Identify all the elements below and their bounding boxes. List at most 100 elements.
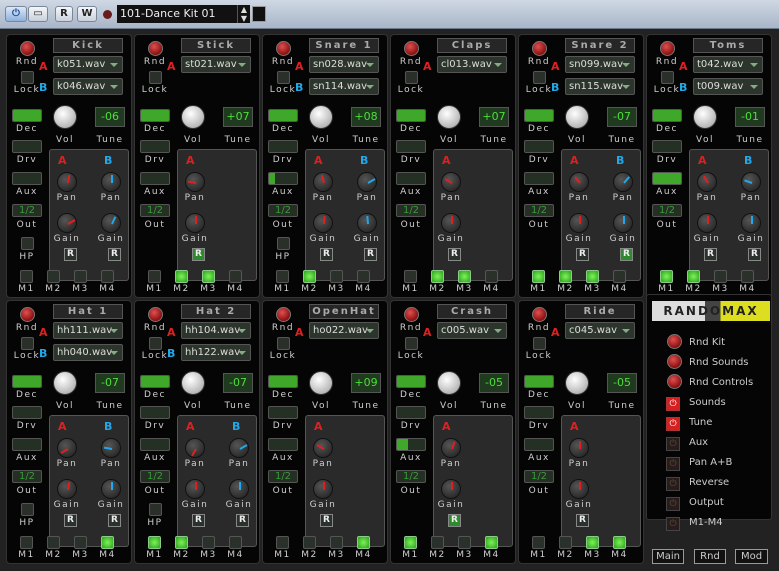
pan-a-knob[interactable] — [441, 438, 461, 458]
aux-slider[interactable] — [12, 172, 42, 185]
mute-group-4-button[interactable] — [357, 270, 370, 283]
sample-b-select[interactable]: t009.wav — [693, 78, 763, 95]
out-select[interactable]: 1/2 — [652, 204, 682, 217]
mute-group-2-button[interactable] — [47, 536, 60, 549]
mute-group-1-button[interactable] — [20, 270, 33, 283]
pan-a-knob[interactable] — [697, 172, 717, 192]
out-select[interactable]: 1/2 — [524, 470, 554, 483]
randomize-button[interactable] — [667, 354, 682, 369]
gain-a-knob[interactable] — [697, 213, 717, 233]
aux-slider[interactable] — [140, 172, 170, 185]
mute-group-3-button[interactable] — [458, 270, 471, 283]
dec-slider[interactable] — [396, 375, 426, 388]
dec-slider[interactable] — [524, 109, 554, 122]
gain-a-knob[interactable] — [569, 479, 589, 499]
rnd-button[interactable] — [20, 307, 35, 322]
drv-slider[interactable] — [140, 406, 170, 419]
mute-group-4-button[interactable] — [229, 536, 242, 549]
sample-a-select[interactable]: c045.wav — [565, 322, 635, 339]
save-icon[interactable] — [252, 6, 266, 22]
tune-display[interactable]: -05 — [479, 373, 509, 393]
mute-group-3-button[interactable] — [586, 270, 599, 283]
lock-button[interactable] — [21, 71, 34, 84]
out-select[interactable]: 1/2 — [140, 470, 170, 483]
aux-slider[interactable] — [268, 438, 298, 451]
lock-button[interactable] — [149, 71, 162, 84]
vol-knob[interactable] — [309, 105, 333, 129]
out-select[interactable]: 1/2 — [12, 470, 42, 483]
gain-a-knob[interactable] — [57, 213, 77, 233]
reverse-b-button[interactable]: R — [748, 248, 761, 261]
vol-knob[interactable] — [181, 105, 205, 129]
out-select[interactable]: 1/2 — [268, 204, 298, 217]
mute-group-4-button[interactable] — [741, 270, 754, 283]
mute-group-4-button[interactable] — [485, 270, 498, 283]
gain-b-knob[interactable] — [101, 213, 121, 233]
lock-button[interactable] — [405, 337, 418, 350]
mute-group-3-button[interactable] — [330, 270, 343, 283]
aux-slider[interactable] — [524, 438, 554, 451]
reverse-a-button[interactable]: R — [704, 248, 717, 261]
lock-button[interactable] — [661, 71, 674, 84]
tune-display[interactable]: +09 — [351, 373, 381, 393]
pan-b-knob[interactable] — [741, 172, 761, 192]
mute-group-2-button[interactable] — [431, 270, 444, 283]
drv-slider[interactable] — [396, 140, 426, 153]
gain-a-knob[interactable] — [57, 479, 77, 499]
mute-group-2-button[interactable] — [175, 270, 188, 283]
lock-button[interactable] — [277, 71, 290, 84]
rnd-button[interactable] — [532, 41, 547, 56]
dec-slider[interactable] — [12, 109, 42, 122]
tab-rnd[interactable]: Rnd — [694, 549, 726, 564]
gain-a-knob[interactable] — [185, 213, 205, 233]
aux-slider[interactable] — [652, 172, 682, 185]
vol-knob[interactable] — [565, 105, 589, 129]
sample-b-select[interactable]: sn115.wav — [565, 78, 635, 95]
sample-a-select[interactable]: c005.wav — [437, 322, 507, 339]
mute-group-1-button[interactable] — [148, 536, 161, 549]
sample-a-select[interactable]: hh104.wav — [181, 322, 251, 339]
sample-b-select[interactable]: hh122.wav — [181, 344, 251, 361]
power-icon[interactable]: ⏻ — [666, 457, 680, 471]
tune-display[interactable]: -07 — [223, 373, 253, 393]
dec-slider[interactable] — [140, 375, 170, 388]
tune-display[interactable]: +07 — [479, 107, 509, 127]
power-icon[interactable]: ⏻ — [666, 497, 680, 511]
tune-display[interactable]: -01 — [735, 107, 765, 127]
out-select[interactable]: 1/2 — [12, 204, 42, 217]
aux-slider[interactable] — [396, 172, 426, 185]
mute-group-2-button[interactable] — [47, 270, 60, 283]
pan-a-knob[interactable] — [441, 172, 461, 192]
mute-group-4-button[interactable] — [101, 270, 114, 283]
tune-display[interactable]: +08 — [351, 107, 381, 127]
lock-button[interactable] — [277, 337, 290, 350]
dec-slider[interactable] — [268, 375, 298, 388]
mute-group-3-button[interactable] — [74, 536, 87, 549]
reverse-a-button[interactable]: R — [320, 248, 333, 261]
power-icon[interactable]: ⏻ — [666, 517, 680, 531]
mute-group-2-button[interactable] — [303, 536, 316, 549]
pan-a-knob[interactable] — [313, 438, 333, 458]
drv-slider[interactable] — [652, 140, 682, 153]
power-icon[interactable]: ⏻ — [666, 477, 680, 491]
hp-button[interactable] — [21, 503, 34, 516]
sample-a-select[interactable]: k051.wav — [53, 56, 123, 73]
pan-a-knob[interactable] — [569, 438, 589, 458]
reverse-a-button[interactable]: R — [64, 248, 77, 261]
drv-slider[interactable] — [396, 406, 426, 419]
mute-group-2-button[interactable] — [175, 536, 188, 549]
rnd-button[interactable] — [660, 41, 675, 56]
tune-display[interactable]: +07 — [223, 107, 253, 127]
hp-button[interactable] — [277, 237, 290, 250]
rnd-button[interactable] — [276, 41, 291, 56]
hp-button[interactable] — [149, 503, 162, 516]
mute-group-3-button[interactable] — [202, 536, 215, 549]
mute-group-3-button[interactable] — [74, 270, 87, 283]
reverse-a-button[interactable]: R — [576, 248, 589, 261]
lock-button[interactable] — [533, 337, 546, 350]
mute-group-2-button[interactable] — [559, 270, 572, 283]
pan-b-knob[interactable] — [101, 172, 121, 192]
reverse-a-button[interactable]: R — [64, 514, 77, 527]
drv-slider[interactable] — [12, 140, 42, 153]
rnd-button[interactable] — [532, 307, 547, 322]
